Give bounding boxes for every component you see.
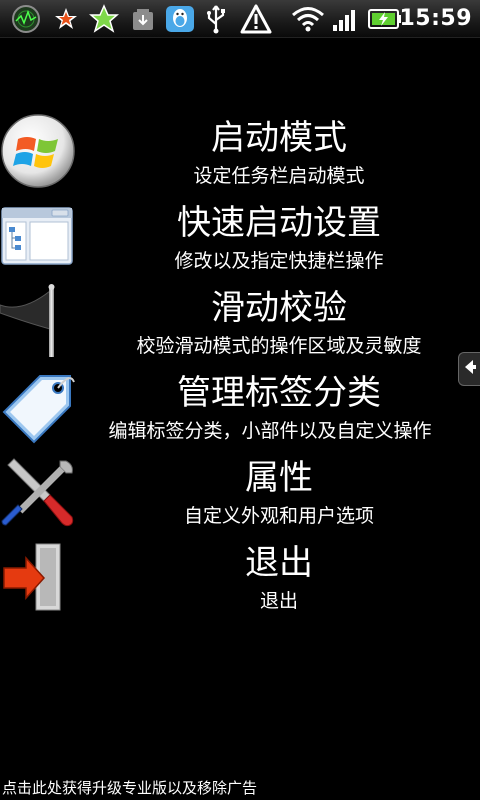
menu-item-swipe-calibration[interactable]: 滑动校验 校验滑动模式的操作区域及灵敏度 <box>0 280 480 365</box>
settings-menu: 启动模式 设定任务栏启动模式 快速启动设置 修改以及指定快捷栏操作 滑动校验 校… <box>0 110 480 620</box>
menu-item-quick-launch-settings[interactable]: 快速启动设置 修改以及指定快捷栏操作 <box>0 195 480 280</box>
download-icon <box>130 4 156 34</box>
menu-item-title: 退出 <box>245 543 313 583</box>
exit-door-icon <box>0 538 78 616</box>
tools-icon <box>0 453 78 531</box>
wifi-icon <box>290 4 326 34</box>
menu-item-exit[interactable]: 退出 退出 <box>0 535 480 620</box>
qq-penguin-icon <box>165 4 195 34</box>
menu-item-manage-tag-categories[interactable]: 管理标签分类 编辑标签分类，小部件以及自定义操作 <box>0 365 480 450</box>
menu-item-title: 属性 <box>245 458 313 498</box>
menu-item-title: 快速启动设置 <box>177 203 381 243</box>
radar-app-icon <box>10 4 42 34</box>
menu-item-title: 管理标签分类 <box>177 373 381 413</box>
menu-item-title: 启动模式 <box>211 118 347 158</box>
menu-item-subtitle: 自定义外观和用户选项 <box>183 505 374 527</box>
status-bar: 15:59 <box>0 0 480 38</box>
usb-icon <box>202 4 230 34</box>
menu-item-properties[interactable]: 属性 自定义外观和用户选项 <box>0 450 480 535</box>
star-orange-icon <box>52 4 80 34</box>
flag-icon <box>0 283 78 361</box>
menu-item-subtitle: 校验滑动模式的操作区域及灵敏度 <box>136 335 422 357</box>
warning-icon <box>240 4 272 34</box>
window-list-icon <box>0 198 78 276</box>
menu-item-subtitle: 设定任务栏启动模式 <box>193 165 365 187</box>
menu-item-subtitle: 退出 <box>259 590 298 612</box>
menu-item-subtitle: 编辑标签分类，小部件以及自定义操作 <box>108 420 432 442</box>
arrow-left-icon <box>463 358 477 380</box>
menu-item-title: 滑动校验 <box>211 288 347 328</box>
menu-item-launch-mode[interactable]: 启动模式 设定任务栏启动模式 <box>0 110 480 195</box>
side-drawer-handle[interactable] <box>458 352 480 386</box>
battery-charging-icon <box>368 4 402 34</box>
menu-item-subtitle: 修改以及指定快捷栏操作 <box>174 250 384 272</box>
windows-logo-icon <box>0 113 78 191</box>
status-time: 15:59 <box>399 6 472 31</box>
upgrade-ad-banner[interactable]: 点击此处获得升级专业版以及移除广告 <box>0 778 257 798</box>
star-green-icon <box>88 4 120 34</box>
signal-icon <box>332 4 360 34</box>
